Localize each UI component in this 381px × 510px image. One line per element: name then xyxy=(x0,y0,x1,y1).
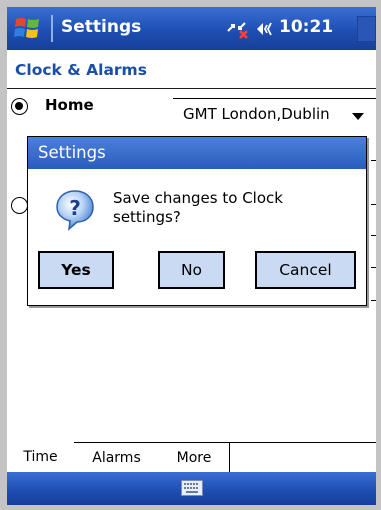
tab-more[interactable]: More xyxy=(159,442,230,472)
radio-selected-dot xyxy=(15,102,23,110)
header-divider xyxy=(7,88,376,89)
cancel-button[interactable]: Cancel xyxy=(255,251,356,289)
title-divider xyxy=(51,15,53,42)
yes-button[interactable]: Yes xyxy=(38,251,114,289)
tab-bar: Time Alarms More xyxy=(7,442,376,472)
connectivity-icon[interactable] xyxy=(225,19,251,39)
dialog-message: Save changes to Clock settings? xyxy=(113,189,353,227)
no-button[interactable]: No xyxy=(158,251,225,289)
field-edge xyxy=(371,160,376,161)
close-box-icon[interactable] xyxy=(357,16,376,42)
title-bar: Settings 10:21 xyxy=(7,7,376,50)
question-icon: ? xyxy=(56,190,94,231)
dialog-message-line: Save changes to Clock xyxy=(113,189,283,207)
home-radio[interactable] xyxy=(11,98,28,115)
screen: Settings 10:21 Clock & Alarms Home GMT L… xyxy=(7,7,376,505)
page-header: Clock & Alarms xyxy=(7,50,376,90)
dialog-title-bar: Settings xyxy=(28,137,366,169)
dialog-message-line: settings? xyxy=(113,208,181,226)
softkey-bar xyxy=(7,472,376,505)
page-title: Clock & Alarms xyxy=(15,61,147,79)
field-edge xyxy=(371,235,376,236)
chevron-down-icon xyxy=(352,113,364,120)
save-changes-dialog: Settings ? Save changes to Clock setting… xyxy=(27,136,367,306)
timezone-value: GMT London,Dublin xyxy=(183,105,330,123)
tab-time[interactable]: Time xyxy=(7,442,75,472)
field-edge xyxy=(371,267,376,268)
visiting-radio[interactable] xyxy=(11,197,28,214)
tab-alarms[interactable]: Alarms xyxy=(74,442,160,472)
app-title: Settings xyxy=(61,17,142,37)
timezone-dropdown[interactable]: GMT London,Dublin xyxy=(173,98,376,129)
volume-icon[interactable] xyxy=(255,19,277,39)
home-label: Home xyxy=(45,96,94,114)
windows-start-icon[interactable] xyxy=(13,15,43,41)
svg-text:?: ? xyxy=(69,196,81,220)
field-edge xyxy=(371,300,376,301)
clock-time[interactable]: 10:21 xyxy=(279,17,333,37)
field-edge xyxy=(371,204,376,205)
keyboard-icon[interactable] xyxy=(181,480,203,496)
dialog-title: Settings xyxy=(38,143,106,162)
